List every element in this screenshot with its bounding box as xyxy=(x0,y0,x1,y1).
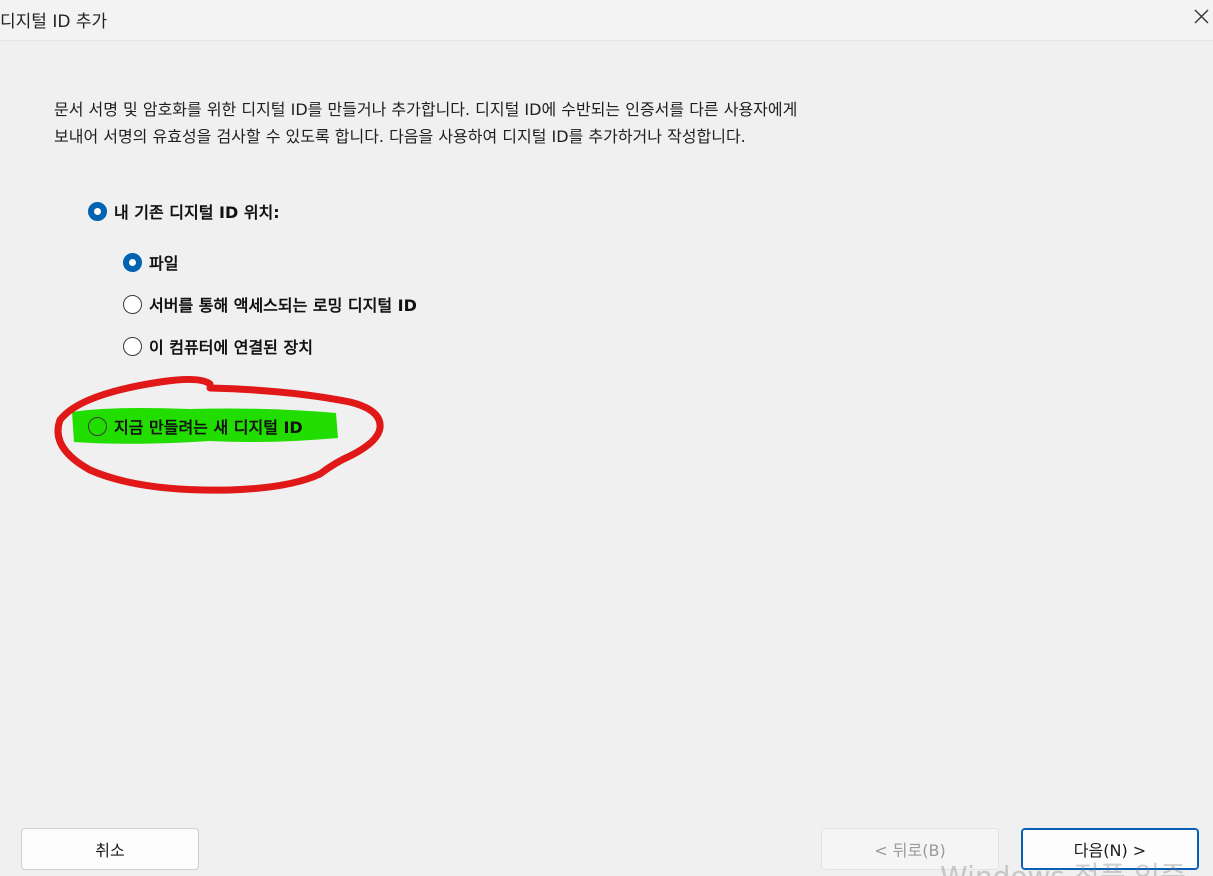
radio-selected-indicator xyxy=(123,252,142,272)
radio-file-label: 파일 xyxy=(149,254,179,273)
radio-new-id[interactable]: 지금 만들려는 새 디지털 ID xyxy=(88,414,303,438)
close-button[interactable] xyxy=(1191,2,1213,32)
radio-existing-id-label: 내 기존 디지털 ID 위치: xyxy=(114,203,280,222)
radio-roaming-id[interactable]: 서버를 통해 액세스되는 로밍 디지털 ID xyxy=(123,292,417,316)
radio-roaming-id-label: 서버를 통해 액세스되는 로밍 디지털 ID xyxy=(149,296,417,315)
add-digital-id-dialog: 디지털 ID 추가 문서 서명 및 암호화를 위한 디지털 ID를 만들거나 추… xyxy=(0,0,1213,876)
radio-unselected-indicator xyxy=(123,294,142,314)
back-button[interactable]: < 뒤로(B) xyxy=(821,828,999,870)
radio-file[interactable]: 파일 xyxy=(123,250,178,274)
radio-unselected-indicator xyxy=(123,336,142,356)
window-title: 디지털 ID 추가 xyxy=(0,12,108,32)
cancel-button[interactable]: 취소 xyxy=(21,828,199,870)
dialog-description: 문서 서명 및 암호화를 위한 디지털 ID를 만들거나 추가합니다. 디지털 … xyxy=(54,100,798,146)
radio-device-label: 이 컴퓨터에 연결된 장치 xyxy=(149,338,313,357)
title-bar: 디지털 ID 추가 xyxy=(0,0,1213,41)
radio-existing-id[interactable]: 내 기존 디지털 ID 위치: xyxy=(88,199,280,223)
radio-selected-indicator xyxy=(88,201,107,221)
close-icon xyxy=(1194,9,1209,24)
radio-unselected-indicator xyxy=(88,416,107,436)
radio-device[interactable]: 이 컴퓨터에 연결된 장치 xyxy=(123,334,313,358)
radio-new-id-label: 지금 만들려는 새 디지털 ID xyxy=(114,418,303,437)
next-button[interactable]: 다음(N) > xyxy=(1021,828,1199,870)
